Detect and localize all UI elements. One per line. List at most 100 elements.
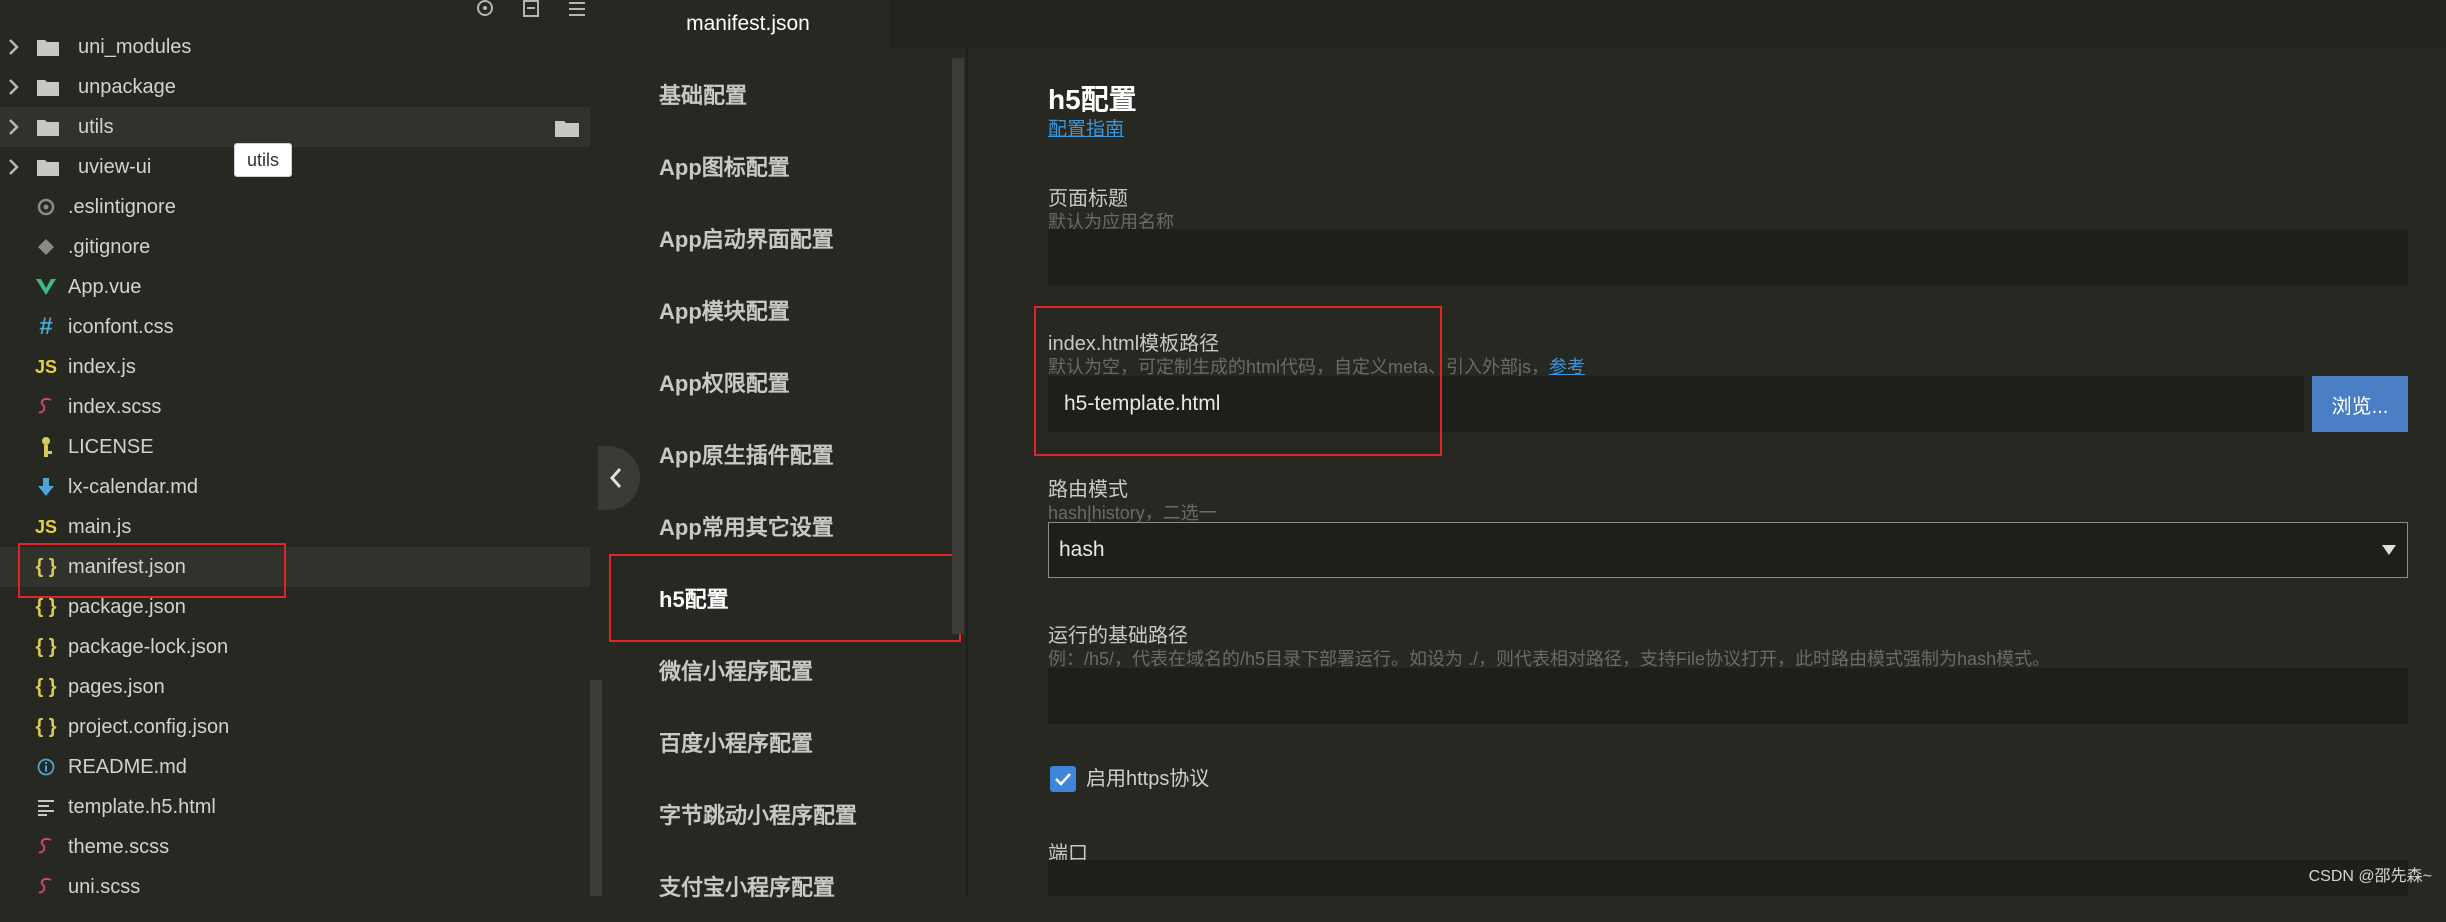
braces-icon: { } xyxy=(35,635,57,658)
tree-item-label: pages.json xyxy=(68,675,165,698)
explorer-scrollbar[interactable] xyxy=(590,680,602,896)
tree-file-pages-json[interactable]: { } pages.json xyxy=(0,667,590,707)
watermark: CSDN @邵先森~ xyxy=(2308,868,2432,885)
tree-item-label: .eslintignore xyxy=(68,195,176,218)
nav-item-app-permissions[interactable]: App权限配置 xyxy=(607,346,949,418)
nav-item-label: App模块配置 xyxy=(659,299,790,324)
nav-item-bytedance[interactable]: 字节跳动小程序配置 xyxy=(607,778,949,850)
tree-file-package-lock-json[interactable]: { } package-lock.json xyxy=(0,627,590,667)
sass-icon xyxy=(32,835,60,859)
js-icon: JS xyxy=(34,516,58,537)
nav-item-label: App权限配置 xyxy=(659,371,790,396)
https-checkbox[interactable] xyxy=(1050,766,1076,792)
port-input[interactable] xyxy=(1048,860,2408,896)
page-title-input[interactable] xyxy=(1048,229,2408,285)
tree-file-project-config-json[interactable]: { } project.config.json xyxy=(0,707,590,747)
tree-file-template-h5-html[interactable]: template.h5.html xyxy=(0,787,590,827)
tree-file-uni-scss[interactable]: uni.scss xyxy=(0,867,590,896)
tree-item-label: LICENSE xyxy=(68,435,154,458)
nav-item-app-icon[interactable]: App图标配置 xyxy=(607,130,949,202)
nav-item-app-modules[interactable]: App模块配置 xyxy=(607,274,949,346)
config-guide-link[interactable]: 配置指南 xyxy=(1048,114,1124,141)
nav-item-app-splash[interactable]: App启动界面配置 xyxy=(607,202,949,274)
tree-item-label: uni.scss xyxy=(68,875,141,897)
tree-file-index-scss[interactable]: index.scss xyxy=(0,387,590,427)
open-folder-icon[interactable] xyxy=(554,118,580,144)
tree-item-label: package.json xyxy=(68,595,186,618)
tree-item-label: App.vue xyxy=(68,275,142,298)
git-diamond-icon xyxy=(32,235,60,259)
nav-item-alipay[interactable]: 支付宝小程序配置 xyxy=(607,850,949,922)
chevron-right-icon[interactable] xyxy=(6,78,20,96)
nav-item-label: 微信小程序配置 xyxy=(659,659,814,684)
tree-folder-unpackage[interactable]: unpackage xyxy=(0,67,590,107)
tree-item-label: .gitignore xyxy=(68,235,151,258)
page-title-label: 页面标题 xyxy=(1048,188,1128,210)
gear-file-icon xyxy=(32,195,60,219)
nav-item-app-native-plugins[interactable]: App原生插件配置 xyxy=(607,418,949,490)
nav-item-baidu[interactable]: 百度小程序配置 xyxy=(607,706,949,778)
reference-link[interactable]: 参考 xyxy=(1549,357,1585,377)
tree-file-eslintignore[interactable]: .eslintignore xyxy=(0,187,590,227)
menu-icon[interactable] xyxy=(567,0,587,18)
tree-file-theme-scss[interactable]: theme.scss xyxy=(0,827,590,867)
router-mode-select[interactable]: hash xyxy=(1048,522,2408,578)
editor-tab-bar: manifest.json xyxy=(607,0,2446,48)
chevron-right-icon[interactable] xyxy=(6,38,20,56)
router-mode-label: 路由模式 xyxy=(1048,479,1128,501)
chevron-right-icon[interactable] xyxy=(6,158,20,176)
tree-file-index-js[interactable]: JS index.js xyxy=(0,347,590,387)
h5-config-panel: h5配置 配置指南 页面标题 默认为应用名称 index.html模板路径 默认… xyxy=(968,48,2446,896)
chevron-left-icon xyxy=(609,468,622,488)
locate-icon[interactable] xyxy=(475,0,495,18)
nav-item-label: App图标配置 xyxy=(659,155,790,180)
tree-file-lx-calendar-md[interactable]: lx-calendar.md xyxy=(0,467,590,507)
tree-item-label: iconfont.css xyxy=(68,315,174,338)
tree-item-label: uview-ui xyxy=(78,155,152,178)
down-arrow-icon xyxy=(32,475,60,499)
tree-item-label: uni_modules xyxy=(78,35,192,58)
highlight-box-manifest xyxy=(18,543,286,598)
chevron-right-icon[interactable] xyxy=(6,118,20,136)
tree-folder-utils[interactable]: utils xyxy=(0,107,590,147)
tree-item-label: theme.scss xyxy=(68,835,170,858)
nav-item-app-other[interactable]: App常用其它设置 xyxy=(607,490,949,562)
braces-icon: { } xyxy=(35,675,57,698)
tree-file-license[interactable]: LICENSE xyxy=(0,427,590,467)
info-icon xyxy=(32,755,60,779)
tree-item-label: index.scss xyxy=(68,395,162,418)
nav-item-label: 基础配置 xyxy=(659,83,748,108)
tree-folder-uview-ui[interactable]: uview-ui xyxy=(0,147,590,187)
nav-item-weixin[interactable]: 微信小程序配置 xyxy=(607,634,949,706)
folder-icon xyxy=(34,115,62,139)
router-mode-value: hash xyxy=(1059,538,1105,561)
page-title: h5配置 xyxy=(1048,84,1137,115)
sass-icon xyxy=(32,875,60,896)
tree-file-gitignore[interactable]: .gitignore xyxy=(0,227,590,267)
tree-file-app-vue[interactable]: App.vue xyxy=(0,267,590,307)
person-key-icon xyxy=(32,435,60,459)
file-explorer: uni_modules unpackage utils uview-ui .es… xyxy=(0,0,607,896)
base-path-input[interactable] xyxy=(1048,668,2408,724)
base-path-label: 运行的基础路径 xyxy=(1048,625,1188,647)
tree-file-readme-md[interactable]: README.md xyxy=(0,747,590,787)
tree-item-label: index.js xyxy=(68,355,136,378)
folder-icon xyxy=(34,155,62,179)
tree-item-label: project.config.json xyxy=(68,715,230,738)
nav-item-label: App常用其它设置 xyxy=(659,515,834,540)
nav-item-label: 支付宝小程序配置 xyxy=(659,875,836,900)
tree-file-iconfont-css[interactable]: # iconfont.css xyxy=(0,307,590,347)
folder-icon xyxy=(34,75,62,99)
nav-item-basic[interactable]: 基础配置 xyxy=(607,58,949,130)
tree-item-label: unpackage xyxy=(78,75,176,98)
browse-button[interactable]: 浏览... xyxy=(2312,376,2408,432)
tree-folder-uni-modules[interactable]: uni_modules xyxy=(0,27,590,67)
https-label: 启用https协议 xyxy=(1086,768,1210,790)
tab-manifest-json[interactable]: manifest.json xyxy=(607,0,889,48)
explorer-toolbar xyxy=(475,0,587,20)
collapse-all-icon[interactable] xyxy=(521,0,541,18)
highlight-box-template-path xyxy=(1034,306,1442,456)
tree-item-label: utils xyxy=(78,115,114,138)
tree-file-main-js[interactable]: JS main.js xyxy=(0,507,590,547)
nav-scrollbar[interactable] xyxy=(952,58,964,634)
